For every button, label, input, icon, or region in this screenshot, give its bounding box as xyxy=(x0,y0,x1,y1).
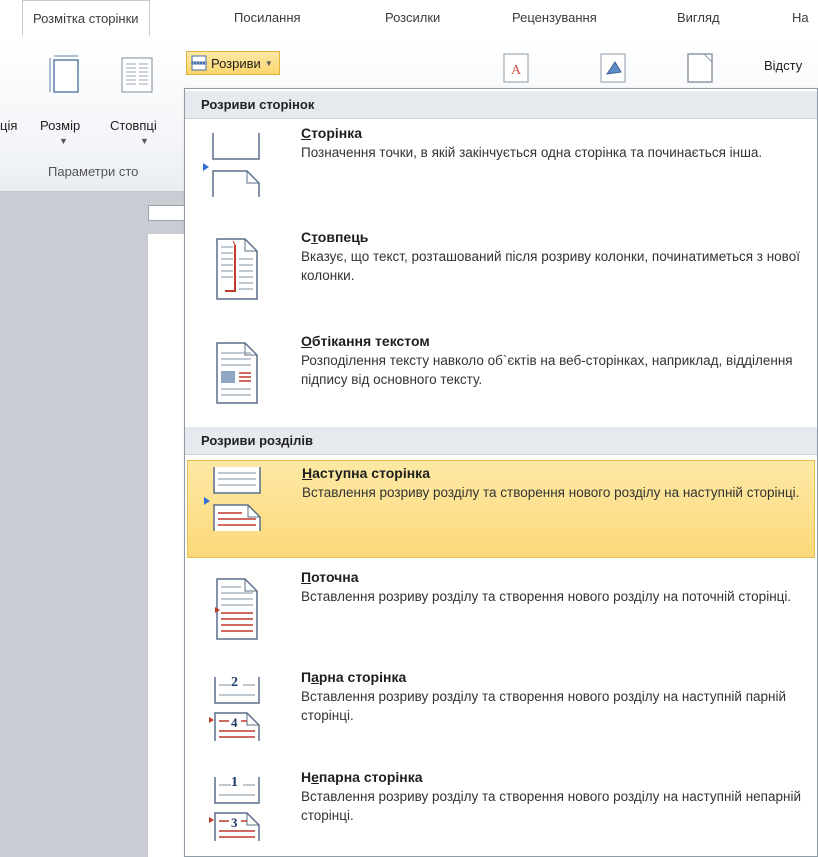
page-break-icon xyxy=(203,133,260,197)
menu-item-description: Вставлення розриву розділу та створення … xyxy=(301,689,787,723)
size-caret-icon[interactable]: ▼ xyxy=(59,136,68,146)
page-setup-group-label: Параметри сто xyxy=(48,164,139,179)
menu-item-next-page-break[interactable]: Наступна сторінка Вставлення розриву роз… xyxy=(187,460,815,558)
menu-item-title: Парна сторінка xyxy=(301,669,407,685)
breaks-icon xyxy=(191,55,207,71)
ruler xyxy=(148,205,188,221)
columns-button-label[interactable]: Стовпці xyxy=(110,118,157,133)
page-color-icon[interactable] xyxy=(597,52,631,84)
section-header-page-breaks: Розриви сторінок xyxy=(185,91,817,119)
menu-item-description: Позначення точки, в якій закінчується од… xyxy=(301,145,763,160)
next-page-break-icon xyxy=(204,467,261,531)
even-page-number-badge-lower: 4 xyxy=(231,715,238,730)
odd-page-number-badge: 1 xyxy=(231,775,238,790)
svg-text:A: A xyxy=(511,63,522,78)
columns-caret-icon[interactable]: ▼ xyxy=(140,136,149,146)
breaks-dropdown-menu: Розриви сторінок Сторінка Позначення точ… xyxy=(184,88,818,857)
document-page xyxy=(148,234,188,857)
breaks-button-label: Розриви xyxy=(211,55,261,71)
tab-add-ins[interactable]: На xyxy=(792,0,809,36)
column-break-icon xyxy=(216,238,258,300)
menu-item-title: Наступна сторінка xyxy=(302,465,430,481)
continuous-break-icon xyxy=(215,578,258,640)
tab-page-layout[interactable]: Розмітка сторінки xyxy=(22,0,150,36)
page-borders-icon[interactable] xyxy=(684,52,718,84)
menu-item-continuous-break[interactable]: Поточна Вставлення розриву розділу та ст… xyxy=(187,565,815,669)
breaks-dropdown-icon: ▼ xyxy=(264,58,273,68)
menu-item-odd-page-break[interactable]: 1 3 Непарна сторінка Вставлення розриву … xyxy=(187,765,815,856)
spacing-label: Відсту xyxy=(764,58,803,73)
tab-review[interactable]: Рецензування xyxy=(512,0,597,36)
menu-item-title: Стовпець xyxy=(301,229,369,245)
page-size-icon[interactable] xyxy=(48,54,84,94)
tab-view[interactable]: Вигляд xyxy=(677,0,720,36)
menu-item-description: Вказує, що текст, розташований після роз… xyxy=(301,249,800,283)
menu-item-page-break[interactable]: Сторінка Позначення точки, в якій закінч… xyxy=(187,121,815,225)
breaks-button[interactable]: Розриви ▼ xyxy=(186,51,280,75)
menu-item-description: Вставлення розриву розділу та створення … xyxy=(302,485,800,500)
tab-references[interactable]: Посилання xyxy=(234,0,301,36)
menu-item-title: Непарна сторінка xyxy=(301,769,423,785)
orientation-button-label[interactable]: ція xyxy=(0,118,17,133)
even-page-number-badge: 2 xyxy=(231,675,238,690)
menu-item-column-break[interactable]: Стовпець Вказує, що текст, розташований … xyxy=(187,225,815,329)
menu-item-title: Сторінка xyxy=(301,125,363,141)
menu-item-description: Розподілення тексту навколо об`єктів на … xyxy=(301,353,793,387)
tab-mailings[interactable]: Розсилки xyxy=(385,0,440,36)
menu-item-description: Вставлення розриву розділу та створення … xyxy=(301,789,801,823)
menu-item-title: Обтікання текстом xyxy=(301,333,430,349)
size-button-label[interactable]: Розмір xyxy=(40,118,80,133)
menu-item-title: Поточна xyxy=(301,569,359,585)
odd-page-number-badge-lower: 3 xyxy=(231,815,238,830)
watermark-icon[interactable]: A xyxy=(500,52,534,84)
menu-item-description: Вставлення розриву розділу та створення … xyxy=(301,589,792,604)
text-wrapping-break-icon xyxy=(216,342,258,404)
menu-item-even-page-break[interactable]: 2 4 Парна сторінка Вставлення розриву ро… xyxy=(187,665,815,769)
columns-icon[interactable] xyxy=(120,56,154,94)
section-header-section-breaks: Розриви розділів xyxy=(185,427,817,455)
menu-item-text-wrapping-break[interactable]: Обтікання текстом Розподілення тексту на… xyxy=(187,329,815,433)
ribbon-tab-bar: Розмітка сторінки Посилання Розсилки Рец… xyxy=(0,0,818,37)
